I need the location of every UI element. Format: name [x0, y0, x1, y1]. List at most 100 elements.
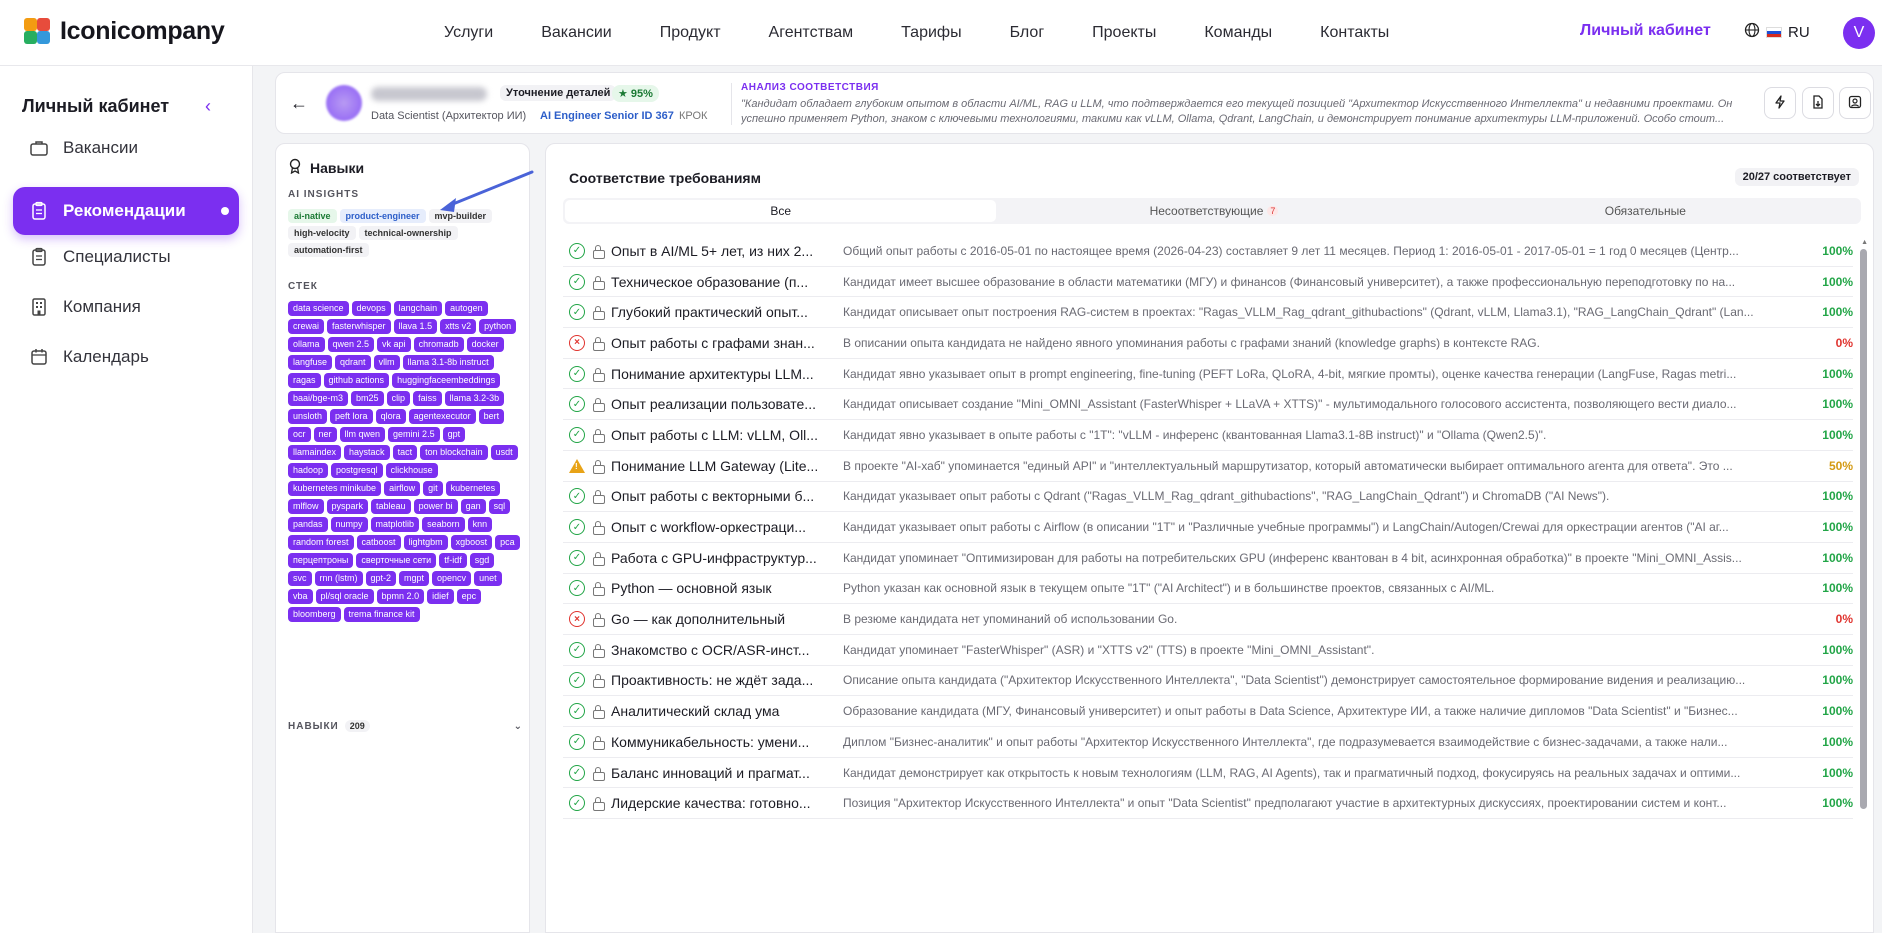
requirement-row[interactable]: ✓ Баланс инноваций и прагмат... Кандидат д…	[563, 758, 1853, 789]
check-circle-icon: ✓	[569, 672, 585, 689]
requirement-row[interactable]: ✓ Опыт работы с LLM: vLLM, Oll... Кандидат…	[563, 420, 1853, 451]
requirement-percent: 100%	[1822, 427, 1853, 442]
stack-tag: gan	[460, 499, 486, 514]
nav-link-contacts[interactable]: Контакты	[1296, 24, 1413, 42]
requirement-row[interactable]: ✓ Опыт в AI/ML 5+ лет, из них 2... Общий о…	[563, 236, 1853, 267]
sidebar-item-specialists[interactable]: Специалисты	[13, 233, 239, 281]
insight-tag: product-engineer	[339, 209, 426, 223]
requirement-row[interactable]: ✓ Опыт реализации пользовате... Кандидат о…	[563, 389, 1853, 421]
check-circle-icon: ✓	[569, 733, 585, 750]
tab-all[interactable]: Все	[565, 200, 997, 222]
nav-link-pricing[interactable]: Тарифы	[877, 24, 985, 42]
skills-panel: Навыки AI INSIGHTS ai-native product-engi…	[275, 143, 530, 933]
stack-tag: gpt	[442, 427, 466, 442]
stack-tag: faiss	[413, 391, 442, 406]
requirement-row[interactable]: ✓ Техническое образование (п... Кандидат и…	[563, 267, 1853, 298]
requirement-row[interactable]: ✓ Лидерские качества: готовно... Позиция "…	[563, 788, 1853, 820]
stack-tag: langchain	[393, 301, 443, 316]
building-icon	[29, 297, 49, 317]
requirement-row[interactable]: × Опыт работы с графами знан... В описании…	[563, 328, 1853, 359]
sidebar-item-calendar[interactable]: Календарь	[13, 333, 239, 381]
sidebar-item-recommendations[interactable]: Рекомендации	[13, 187, 239, 235]
check-circle-icon: ✓	[569, 488, 585, 505]
cabinet-link[interactable]: Личный кабинет	[1580, 22, 1711, 40]
requirement-row[interactable]: ✓ Проактивность: не ждёт зада... Описание …	[563, 666, 1853, 697]
stack-tag: ocr	[288, 427, 311, 442]
annotation-arrow-icon	[440, 170, 534, 212]
scrollbar-thumb[interactable]	[1860, 249, 1867, 809]
nav-link-vacancies[interactable]: Вакансии	[517, 24, 636, 42]
nav-link-agencies[interactable]: Агентствам	[745, 24, 878, 42]
lock-icon	[593, 521, 605, 536]
active-indicator	[221, 207, 229, 215]
match-score-badge: ★ 95%	[612, 85, 659, 102]
requirement-percent: 100%	[1822, 734, 1853, 749]
tab-required[interactable]: Обязательные	[1430, 198, 1861, 224]
stack-tag: numpy	[330, 517, 368, 532]
briefcase-icon	[29, 138, 49, 158]
requirement-title: Проактивность: не ждёт зада...	[611, 672, 814, 689]
nav-link-teams[interactable]: Команды	[1180, 24, 1296, 42]
stack-tag: langfuse	[288, 355, 333, 370]
requirement-row[interactable]: ✓ Аналитический склад ума Образование канд…	[563, 696, 1853, 727]
stack-tag: autogen	[445, 301, 488, 316]
requirement-row[interactable]: ✓ Опыт с workflow-оркестраци... Кандидат у…	[563, 512, 1853, 543]
requirement-row[interactable]: ✓ Понимание архитектуры LLM... Кандидат яв…	[563, 359, 1853, 390]
stack-tag: сверточные сети	[356, 553, 437, 568]
requirement-row[interactable]: ✓ Коммуникабельность: умени... Диплом "Биз…	[563, 727, 1853, 758]
requirement-row[interactable]: ✓ Работа с GPU-инфраструктур... Кандидат у…	[563, 543, 1853, 574]
requirement-description: Диплом "Бизнес-аналитик" и опыт работы "…	[843, 734, 1728, 749]
stack-tag: peft lora	[330, 409, 373, 424]
analysis-text: "Кандидат обладает глубоким опытом в обл…	[741, 98, 1733, 125]
requirement-row[interactable]: ! Понимание LLM Gateway (Lite... В проекте…	[563, 451, 1853, 482]
tab-mismatched[interactable]: Несоответствующие 7	[998, 198, 1429, 224]
requirement-row[interactable]: ✓ Опыт работы с векторными б... Кандидат у…	[563, 482, 1853, 513]
user-avatar[interactable]: V	[1843, 17, 1875, 49]
stack-tag: baai/bge-m3	[288, 391, 349, 406]
stack-tag: vk api	[377, 337, 411, 352]
stack-tag: kubernetes	[445, 481, 501, 496]
requirement-description: Общий опыт работы с 2016-05-01 по настоя…	[843, 243, 1739, 258]
requirement-title: Опыт с workflow-оркестраци...	[611, 519, 806, 536]
skills-accordion[interactable]: НАВЫКИ 209 ⌄	[288, 720, 523, 732]
requirements-panel: Соответствие требованиям 20/27 соответст…	[545, 143, 1874, 933]
top-navigation: Iconicompany Услуги Вакансии Продукт Аге…	[0, 0, 1882, 66]
stack-tag: qlora	[375, 409, 406, 424]
requirement-row[interactable]: ✓ Python — основной язык Python указан как…	[563, 574, 1853, 605]
stack-tag: llama 3.1-8b instruct	[402, 355, 494, 370]
stack-tag: tact	[392, 445, 418, 460]
requirement-row[interactable]: ✓ Знакомство с OCR/ASR-инст... Кандидат уп…	[563, 635, 1853, 666]
sidebar-item-vacancies[interactable]: Вакансии	[13, 124, 239, 172]
stack-tag: github actions	[323, 373, 390, 388]
back-arrow-icon[interactable]: ←	[290, 93, 308, 114]
vacancy-link[interactable]: AI Engineer Senior ID 367	[540, 110, 674, 122]
candidate-header: ← Уточнение деталей ★ 95% Data Scientist…	[275, 72, 1874, 134]
nav-link-product[interactable]: Продукт	[636, 24, 745, 42]
download-file-button[interactable]	[1802, 87, 1834, 119]
requirement-row[interactable]: ✓ Глубокий практический опыт... Кандидат о…	[563, 297, 1853, 329]
requirement-percent: 50%	[1828, 458, 1853, 473]
requirement-row[interactable]: × Go — как дополнительный В резюме кандида…	[563, 604, 1853, 635]
stack-tag: xgboost	[450, 535, 493, 550]
brand-logo[interactable]: Iconicompany	[22, 16, 225, 46]
stack-tag: kubernetes minikube	[288, 481, 382, 496]
profile-card-button[interactable]	[1839, 87, 1871, 119]
stack-tag: mlflow	[288, 499, 324, 514]
insight-tag: automation-first	[288, 243, 369, 257]
calendar-icon	[29, 347, 49, 367]
sidebar-item-label: Вакансии	[63, 138, 138, 157]
sidebar-item-company[interactable]: Компания	[13, 283, 239, 331]
nav-link-projects[interactable]: Проекты	[1068, 24, 1180, 42]
stack-tag: pca	[495, 535, 520, 550]
collapse-sidebar-button[interactable]: ‹	[205, 96, 211, 117]
nav-link-blog[interactable]: Блог	[986, 24, 1069, 42]
language-switcher[interactable]: RU	[1744, 22, 1810, 42]
scroll-up-icon[interactable]: ▲	[1861, 239, 1868, 246]
nav-link-services[interactable]: Услуги	[420, 24, 517, 42]
tab-label: Обязательные	[1604, 204, 1686, 218]
stack-tag: pyspark	[326, 499, 369, 514]
stack-tag: epc	[456, 589, 482, 604]
lock-icon	[593, 582, 605, 597]
user-card-icon	[1848, 95, 1862, 112]
lightning-button[interactable]	[1764, 87, 1796, 119]
